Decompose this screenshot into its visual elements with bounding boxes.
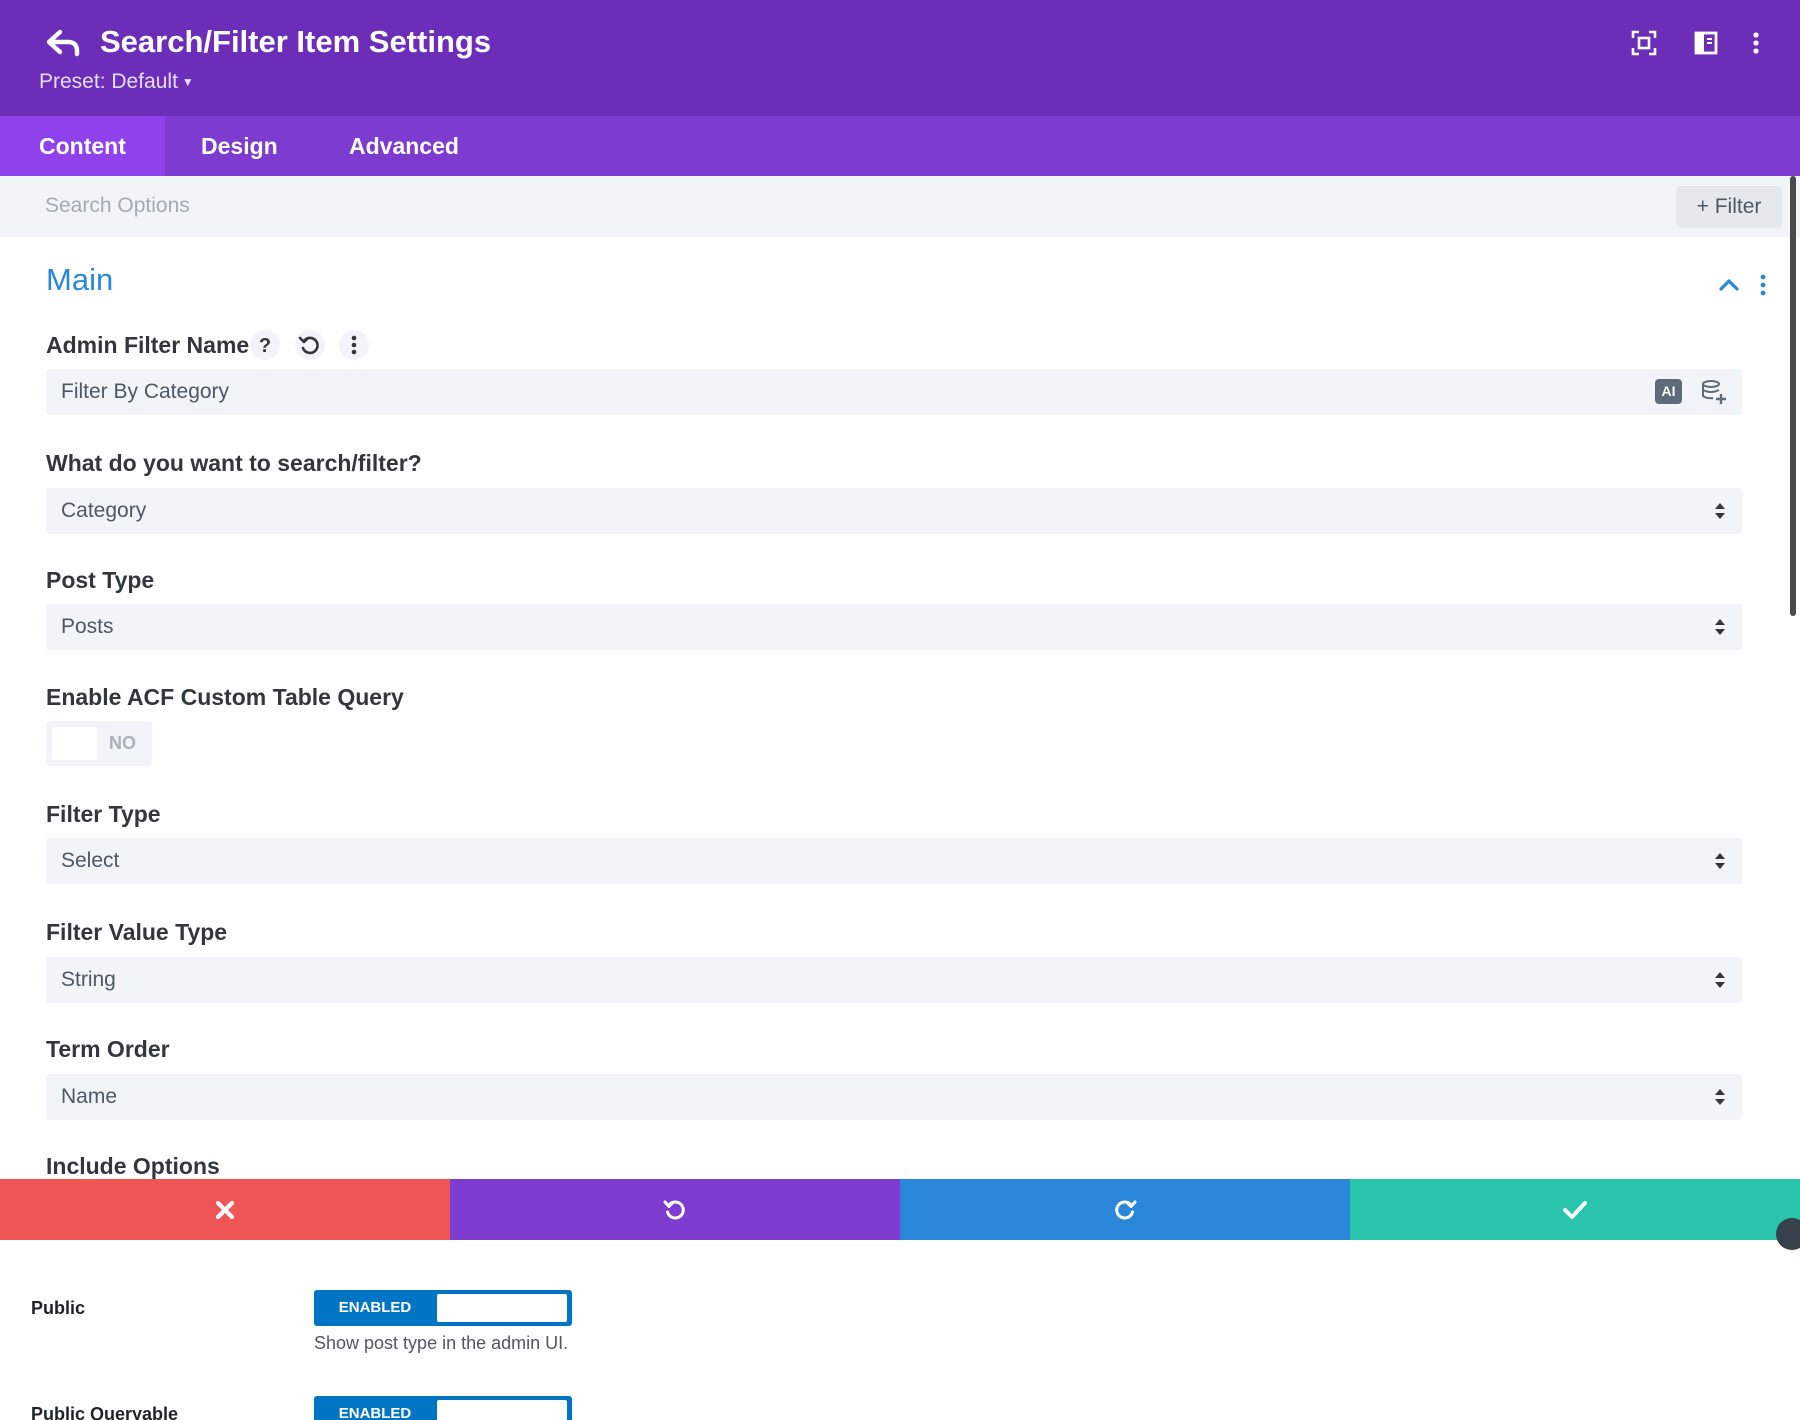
post-type-label: Post Type	[46, 567, 155, 593]
public-switch[interactable]: ENABLED	[314, 1290, 572, 1326]
filter-type-value: Select	[61, 849, 120, 872]
term-order-select[interactable]: Name	[46, 1074, 1742, 1120]
filter-type-select[interactable]: Select	[46, 838, 1742, 884]
select-arrows-icon	[1715, 853, 1725, 869]
include-options-label: Include Options	[46, 1153, 220, 1179]
term-order-value: Name	[61, 1085, 118, 1108]
public-label: Public	[31, 1298, 86, 1318]
filter-button[interactable]: + Filter	[1676, 186, 1782, 228]
public-switch-state: ENABLED	[338, 1299, 412, 1316]
split-view-icon[interactable]	[1691, 28, 1721, 58]
close-icon	[215, 1200, 235, 1219]
action-bar	[0, 1179, 1800, 1240]
scrollbar-thumb[interactable]	[1790, 176, 1796, 616]
fullscreen-icon[interactable]	[1629, 28, 1659, 58]
redo-icon	[1115, 1200, 1137, 1219]
caret-down-icon: ▼	[181, 75, 194, 90]
discard-button[interactable]	[0, 1179, 450, 1240]
modal-title: Search/Filter Item Settings	[100, 24, 492, 59]
help-icon[interactable]: ?	[250, 330, 280, 360]
dynamic-content-icon[interactable]	[1700, 379, 1728, 405]
select-arrows-icon	[1715, 619, 1725, 635]
acf-custom-toggle[interactable]: NO	[46, 721, 152, 766]
tab-content[interactable]: Content	[0, 116, 165, 176]
filter-value-type-value: String	[61, 968, 116, 991]
search-bar: Search Options + Filter	[0, 176, 1800, 237]
ai-icon[interactable]: AI	[1655, 379, 1682, 404]
post-type-select[interactable]: Posts	[46, 604, 1742, 650]
save-button[interactable]	[1350, 1179, 1800, 1240]
modal-header: Search/Filter Item Settings Preset: Defa…	[0, 0, 1800, 116]
admin-filter-name-value: Filter By Category	[61, 380, 230, 403]
field-menu-icon[interactable]	[339, 330, 369, 360]
back-icon[interactable]	[44, 26, 84, 62]
search-filter-select[interactable]: Category	[46, 488, 1742, 534]
admin-filter-name-label: Admin Filter Name	[46, 332, 250, 358]
section-menu-icon[interactable]	[1756, 272, 1770, 298]
tab-bar: Content Design Advanced	[0, 116, 1800, 176]
admin-filter-name-input[interactable]: Filter By Category AI	[46, 369, 1742, 415]
toggle-state: NO	[109, 733, 136, 753]
switch-track	[437, 1294, 567, 1322]
section-title[interactable]: Main	[46, 262, 113, 298]
undo-button[interactable]	[450, 1179, 900, 1240]
redo-button[interactable]	[900, 1179, 1350, 1240]
resize-handle-icon[interactable]	[1776, 1218, 1800, 1250]
filter-value-type-select[interactable]: String	[46, 957, 1742, 1003]
search-filter-value: Category	[61, 499, 147, 522]
search-filter-label: What do you want to search/filter?	[46, 450, 422, 476]
acf-custom-label: Enable ACF Custom Table Query	[46, 684, 404, 710]
more-vertical-icon[interactable]	[1741, 28, 1771, 58]
public-queryable-label: Public Queryable	[31, 1404, 179, 1420]
public-queryable-switch[interactable]: ENABLED	[314, 1396, 572, 1420]
switch-track	[437, 1400, 567, 1420]
chevron-up-icon[interactable]	[1716, 272, 1742, 298]
toggle-knob	[52, 727, 97, 760]
tab-design[interactable]: Design	[162, 116, 317, 176]
check-icon	[1563, 1200, 1587, 1219]
select-arrows-icon	[1715, 1089, 1725, 1105]
reset-icon[interactable]	[295, 330, 325, 360]
public-queryable-switch-state: ENABLED	[338, 1405, 412, 1420]
term-order-label: Term Order	[46, 1036, 170, 1062]
tab-advanced[interactable]: Advanced	[310, 116, 498, 176]
post-type-value: Posts	[61, 615, 114, 638]
select-arrows-icon	[1715, 503, 1725, 519]
search-input[interactable]: Search Options	[45, 194, 190, 218]
svg-text:?: ?	[259, 335, 271, 357]
settings-modal: Search/Filter Item Settings Preset: Defa…	[0, 0, 1800, 1240]
preset-label: Preset: Default	[39, 70, 178, 93]
undo-icon	[663, 1200, 685, 1219]
filter-type-label: Filter Type	[46, 801, 161, 827]
public-help-text: Show post type in the admin UI.	[314, 1333, 569, 1353]
select-arrows-icon	[1715, 972, 1725, 988]
preset-selector[interactable]: Preset: Default ▼	[39, 70, 194, 94]
filter-value-type-label: Filter Value Type	[46, 919, 228, 945]
